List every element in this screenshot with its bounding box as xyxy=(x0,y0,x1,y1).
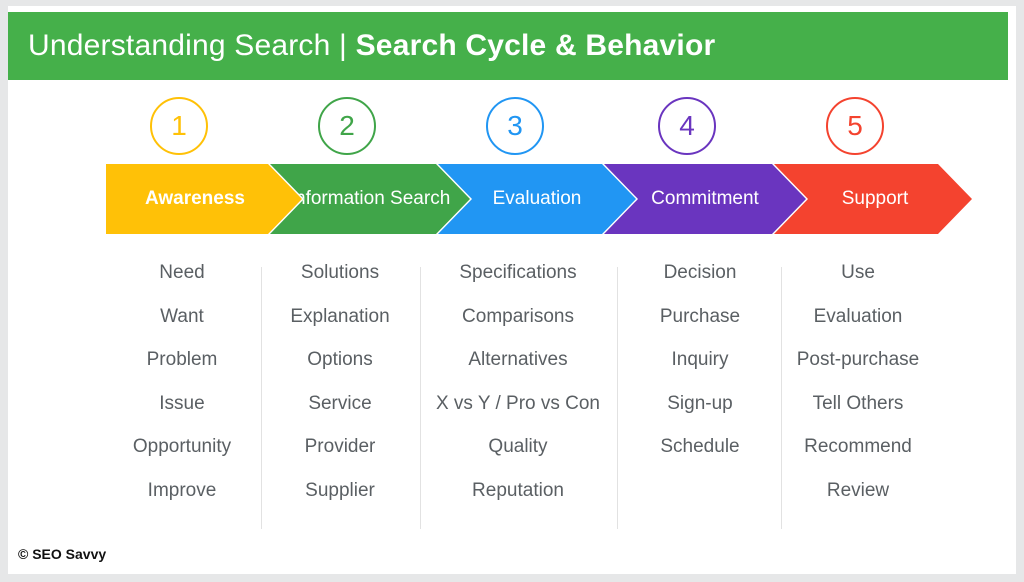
footer-credit: © SEO Savvy xyxy=(18,546,107,562)
list-item: Review xyxy=(826,479,890,501)
stage-number-3: 3 xyxy=(486,97,544,155)
stage-number-1: 1 xyxy=(150,97,208,155)
list-item: Provider xyxy=(304,436,376,457)
list-item: Problem xyxy=(146,349,218,370)
list-item: Purchase xyxy=(659,305,741,327)
stage-chevron-awareness[interactable]: Awareness xyxy=(106,164,302,234)
list-item: Want xyxy=(160,305,204,327)
stage-number-row: 1 2 3 4 5 xyxy=(8,86,1016,162)
list-item: Sign-up xyxy=(667,392,733,414)
list-item: Use xyxy=(841,262,875,283)
list-item: Inquiry xyxy=(671,349,729,370)
list-item: Service xyxy=(308,392,372,414)
list-item: Issue xyxy=(159,392,205,414)
list-item: Schedule xyxy=(660,436,740,457)
page-title-bold: Search Cycle & Behavior xyxy=(355,29,716,62)
list-item: Options xyxy=(307,349,373,370)
column-divider xyxy=(781,267,782,529)
column-divider xyxy=(420,267,421,529)
list-item: Reputation xyxy=(472,479,564,501)
stage-number-label: 1 xyxy=(171,110,187,141)
list-item: Recommend xyxy=(804,436,912,457)
stage-keyword-columns: Need Want Problem Issue Opportunity Improve So… xyxy=(8,251,1016,531)
stage-chevron-row: Awareness Information Search Evaluation Com… xyxy=(8,164,1016,236)
list-item: Tell Others xyxy=(812,392,904,414)
header-banner: Understanding Search | Search Cycle & Be… xyxy=(8,12,1008,80)
stage-number-label: 2 xyxy=(339,110,355,141)
list-item: Opportunity xyxy=(132,436,232,457)
stage-number-5: 5 xyxy=(826,97,884,155)
stage-number-4: 4 xyxy=(658,97,716,155)
stage-chevron-label: Evaluation xyxy=(492,188,582,209)
column-divider xyxy=(617,267,618,529)
stage-number-label: 4 xyxy=(679,110,695,141)
list-item: Comparisons xyxy=(462,305,574,327)
stage-chevron-label: Awareness xyxy=(145,188,245,209)
list-item: Evaluation xyxy=(813,305,903,327)
list-item: Post-purchase xyxy=(796,349,920,370)
list-item: Alternatives xyxy=(468,349,568,370)
list-item: Supplier xyxy=(305,479,375,501)
slide-canvas: Understanding Search | Search Cycle & Be… xyxy=(8,6,1016,574)
column-divider xyxy=(261,267,262,529)
stage-number-label: 3 xyxy=(507,110,523,141)
list-item: Decision xyxy=(663,262,737,283)
list-item: Improve xyxy=(147,479,217,501)
list-item: X vs Y / Pro vs Con xyxy=(435,392,601,414)
stage-chevron-label: Support xyxy=(841,188,909,209)
list-item: Solutions xyxy=(300,262,380,283)
page-title: Understanding Search | Search Cycle & Be… xyxy=(28,29,715,63)
stage-diagram: 1 2 3 4 5 Awareness Information Search Evaluat… xyxy=(8,86,1016,236)
list-item: Explanation xyxy=(290,305,390,327)
list-item: Specifications xyxy=(459,262,577,283)
page-title-regular: Understanding Search | xyxy=(28,29,356,62)
list-item: Quality xyxy=(488,436,548,457)
stage-number-2: 2 xyxy=(318,97,376,155)
stage-number-label: 5 xyxy=(847,110,863,141)
stage-chevron-label: Information Search xyxy=(289,188,451,209)
list-item: Need xyxy=(159,262,205,283)
stage-chevron-label: Commitment xyxy=(651,188,759,209)
